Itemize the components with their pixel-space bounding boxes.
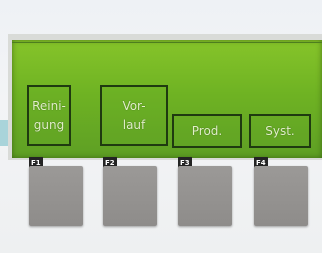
softkey-vorlauf-line2: lauf [122, 117, 146, 132]
lcd-top-line [12, 42, 322, 43]
softkey-prod: Prod. [172, 114, 242, 148]
softkey-vorlauf-line1: Vor- [122, 98, 146, 113]
softkey-prod-line1: Prod. [191, 123, 223, 138]
softkey-syst: Syst. [249, 114, 311, 148]
f1-button[interactable] [29, 166, 83, 226]
softkey-vorlauf: Vor- lauf [100, 85, 168, 146]
softkey-reinigung-line2: gung [33, 117, 65, 132]
softkey-reinigung-line1: Reini- [32, 98, 66, 113]
f3-button[interactable] [178, 166, 232, 226]
f4-button[interactable] [254, 166, 308, 226]
f2-button[interactable] [103, 166, 157, 226]
softkey-reinigung: Reini- gung [27, 85, 71, 146]
softkey-syst-line1: Syst. [265, 123, 295, 138]
